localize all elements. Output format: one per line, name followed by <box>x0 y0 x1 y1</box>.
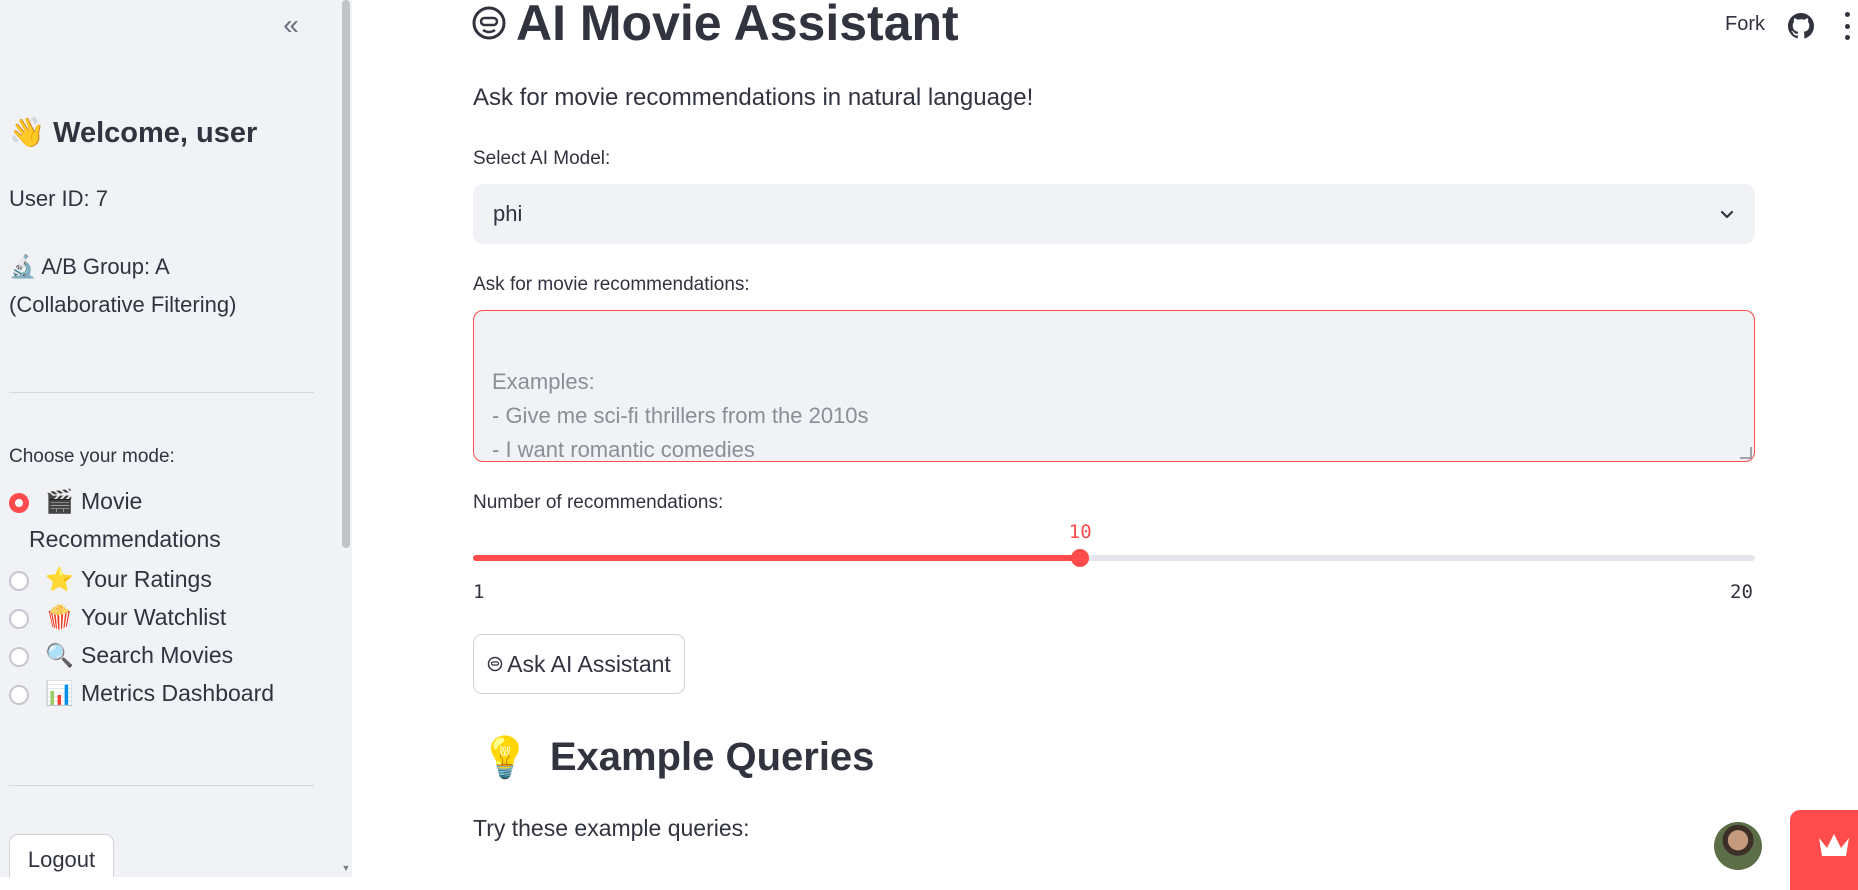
ab-group-text: 🔬 A/B Group: A (Collaborative Filtering) <box>9 248 236 324</box>
ab-group-line2: (Collaborative Filtering) <box>9 292 237 317</box>
ask-ai-button-label: Ask AI Assistant <box>507 650 671 677</box>
chevron-down-icon <box>1720 210 1734 219</box>
page-subtitle: Ask for movie recommendations in natural… <box>473 84 1034 111</box>
avatar[interactable] <box>1714 822 1762 870</box>
radio-unselected[interactable] <box>9 609 29 629</box>
radio-unselected[interactable] <box>9 571 29 591</box>
mode-option-text-cont: Recommendations <box>29 526 221 552</box>
scrollbar-thumb[interactable] <box>342 0 350 548</box>
query-label: Ask for movie recommendations: <box>473 274 750 295</box>
mode-option-text: Metrics Dashboard <box>81 680 275 706</box>
magnifier-icon: 🔍 <box>45 642 74 668</box>
kebab-menu-icon[interactable] <box>1842 12 1852 40</box>
mode-option-your-watchlist[interactable]: 🍿 Your Watchlist <box>9 604 226 636</box>
example-queries-title: Example Queries <box>549 735 875 779</box>
mode-option-text: Search Movies <box>81 642 234 668</box>
mode-option-text: Your Ratings <box>81 566 212 592</box>
model-select[interactable]: phi <box>473 184 1755 244</box>
star-icon: ⭐ <box>45 566 74 592</box>
example-queries-heading: 💡 Example Queries <box>480 734 874 781</box>
sidebar-scrollbar[interactable]: ▼ <box>340 0 352 877</box>
mode-label: Choose your mode: <box>9 446 175 467</box>
mode-option-label: ⭐ Your Ratings <box>45 560 212 598</box>
count-label: Number of recommendations: <box>473 492 724 513</box>
mode-option-search-movies[interactable]: 🔍 Search Movies <box>9 642 233 674</box>
recommendations-slider[interactable]: 10 <box>473 521 1755 567</box>
resize-handle-icon[interactable] <box>1740 447 1752 459</box>
slider-min-label: 1 <box>473 581 485 603</box>
fork-link[interactable]: Fork <box>1725 13 1765 36</box>
sidebar-divider <box>9 785 314 786</box>
page-title: AI Movie Assistant <box>472 0 959 52</box>
sidebar: « 👋 Welcome, user User ID: 7 🔬 A/B Group… <box>0 0 352 877</box>
mode-option-movie-recommendations[interactable]: 🎬 Movie Recommendations <box>9 488 221 558</box>
radio-unselected[interactable] <box>9 685 29 705</box>
welcome-text: Welcome, user <box>53 116 258 149</box>
microscope-icon: 🔬 <box>9 254 37 279</box>
mode-option-text: Your Watchlist <box>81 604 227 630</box>
welcome-heading: 👋 Welcome, user <box>9 116 257 150</box>
slider-value: 10 <box>1068 521 1092 543</box>
robot-face-icon <box>487 656 503 672</box>
query-textarea[interactable]: Examples: - Give me sci-fi thrillers fro… <box>473 310 1755 462</box>
mode-option-metrics-dashboard[interactable]: 📊 Metrics Dashboard <box>9 680 274 712</box>
model-select-value: phi <box>493 201 523 226</box>
waving-hand-icon: 👋 <box>9 117 46 149</box>
radio-unselected[interactable] <box>9 647 29 667</box>
mode-option-label: 🔍 Search Movies <box>45 636 233 674</box>
main-content: Fork AI Movie Assistant Ask for movie re… <box>352 0 1858 877</box>
light-bulb-icon: 💡 <box>480 736 530 780</box>
logout-button[interactable]: Logout <box>9 834 114 877</box>
collapse-sidebar-button[interactable]: « <box>276 10 306 40</box>
mode-option-your-ratings[interactable]: ⭐ Your Ratings <box>9 566 212 598</box>
slider-max-label: 20 <box>1730 581 1753 603</box>
sidebar-divider <box>9 392 314 393</box>
try-examples-text: Try these example queries: <box>473 815 750 841</box>
query-placeholder: Examples: - Give me sci-fi thrillers fro… <box>492 369 869 462</box>
page-title-text: AI Movie Assistant <box>516 0 959 51</box>
radio-selected[interactable] <box>9 493 29 513</box>
clapperboard-icon: 🎬 <box>45 488 74 514</box>
github-icon[interactable] <box>1788 13 1814 39</box>
mode-option-label: 📊 Metrics Dashboard <box>45 674 274 712</box>
scroll-down-arrow-icon[interactable]: ▼ <box>340 863 352 877</box>
robot-face-icon <box>472 6 506 40</box>
double-chevron-left-icon: « <box>283 9 299 40</box>
slider-fill <box>473 555 1081 561</box>
mode-option-text: Movie <box>81 488 143 514</box>
popcorn-icon: 🍿 <box>45 604 74 630</box>
crown-icon <box>1819 834 1849 856</box>
user-id-text: User ID: 7 <box>9 186 109 211</box>
model-select-label: Select AI Model: <box>473 148 611 169</box>
ask-ai-button[interactable]: Ask AI Assistant <box>473 634 685 694</box>
bar-chart-icon: 📊 <box>45 680 74 706</box>
mode-option-label: 🍿 Your Watchlist <box>45 598 226 636</box>
mode-option-label: 🎬 Movie Recommendations <box>29 482 221 558</box>
slider-thumb[interactable] <box>1071 549 1090 567</box>
streamlit-badge[interactable] <box>1790 810 1858 890</box>
ab-group-line1: A/B Group: A <box>41 254 170 279</box>
